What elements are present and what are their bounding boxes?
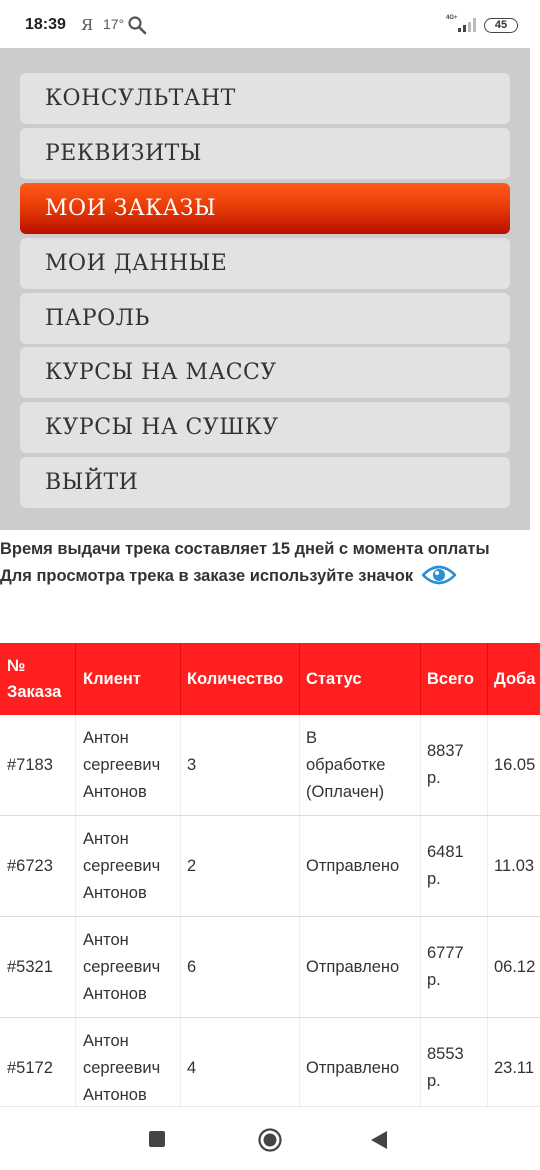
menu-item-mass-courses[interactable]: КУРСЫ НА МАССУ (20, 347, 510, 398)
order-status: Вобработке (Оплачен) (306, 728, 386, 801)
recents-square-icon[interactable] (149, 1131, 165, 1147)
track-eye-note-text: Для просмотра трека в заказе используйте… (0, 567, 414, 585)
header-status: Статус (306, 670, 362, 688)
header-client: Клиент (83, 670, 141, 688)
header-total: Всего (427, 670, 475, 688)
track-eye-note: Для просмотра трека в заказе используйте… (0, 563, 520, 590)
table-row[interactable]: #7183 Антон сергеевич Антонов 3 Вобработке… (0, 715, 540, 816)
order-client: Антон сергеевич Антонов (83, 829, 161, 902)
yandex-icon: Я (81, 16, 94, 34)
eye-icon (421, 565, 456, 584)
order-number: #5321 (7, 957, 53, 976)
order-quantity: 2 (187, 856, 197, 875)
order-date: 11.03 (494, 856, 535, 875)
status-bar: 18:39 Я 17° 4G+ 45 (0, 0, 540, 48)
account-menu: КОНСУЛЬТАНТ РЕКВИЗИТЫ МОИ ЗАКАЗЫ МОИ ДАН… (0, 48, 530, 530)
order-number: #6723 (7, 856, 53, 875)
menu-item-password[interactable]: ПАРОЛЬ (20, 293, 510, 344)
header-quantity: Количество (187, 670, 284, 688)
home-circle-icon[interactable] (258, 1128, 282, 1152)
menu-item-logout[interactable]: ВЫЙТИ (20, 457, 510, 508)
order-client: Антон сергеевич Антонов (83, 1031, 161, 1104)
orders-table: № Заказа Клиент Количество Статус Всего … (0, 643, 540, 1106)
order-quantity: 3 (187, 755, 197, 774)
status-time: 18:39 (25, 16, 66, 33)
menu-item-drying-courses[interactable]: КУРСЫ НА СУШКУ (20, 402, 510, 453)
order-number: #5172 (7, 1058, 53, 1077)
order-status: Отправлено (306, 856, 400, 875)
system-nav-bar (0, 1106, 540, 1170)
order-status: Отправлено (306, 1058, 400, 1077)
back-triangle-icon[interactable] (370, 1130, 388, 1150)
battery-level: 45 (494, 19, 508, 31)
menu-item-requisites[interactable]: РЕКВИЗИТЫ (20, 128, 510, 179)
order-date: 06.12 (494, 957, 536, 976)
order-client: Антон сергеевич Антонов (83, 930, 161, 1003)
order-quantity: 6 (187, 957, 197, 976)
order-date: 23.11 (494, 1058, 535, 1077)
table-row[interactable]: #6723 Антон сергеевич Антонов 2 Отправлено… (0, 816, 540, 917)
order-quantity: 4 (187, 1058, 197, 1077)
order-number: #7183 (7, 755, 53, 774)
battery-icon: 45 (484, 18, 518, 33)
table-header: № Заказа Клиент Количество Статус Всего … (0, 643, 540, 715)
table-row[interactable]: #5321 Антон сергеевич Антонов 6 Отправлено… (0, 917, 540, 1018)
header-order-number: № Заказа (7, 657, 62, 701)
order-client: Антон сергеевич Антонов (83, 728, 161, 801)
order-status: Отправлено (306, 957, 400, 976)
order-total: 8553 р. (427, 1045, 464, 1090)
order-total: 6481 р. (427, 843, 464, 888)
order-total: 6777 р. (427, 944, 464, 989)
weather-temperature: 17° (103, 16, 125, 32)
track-info: Время выдачи трека составляет 15 дней с … (0, 536, 520, 590)
header-added-date: Доба (494, 670, 536, 688)
order-date: 16.05 (494, 755, 536, 774)
table-row[interactable]: #5172 Антон сергеевич Антонов 4 Отправлено… (0, 1018, 540, 1106)
menu-item-my-orders[interactable]: МОИ ЗАКАЗЫ (20, 183, 510, 234)
menu-item-my-data[interactable]: МОИ ДАННЫЕ (20, 238, 510, 289)
menu-item-consultant[interactable]: КОНСУЛЬТАНТ (20, 73, 510, 124)
order-total: 8837 р. (427, 742, 464, 787)
signal-icon: 4G+ (446, 15, 478, 34)
search-icon (128, 16, 147, 35)
track-time-note: Время выдачи трека составляет 15 дней с … (0, 540, 490, 558)
